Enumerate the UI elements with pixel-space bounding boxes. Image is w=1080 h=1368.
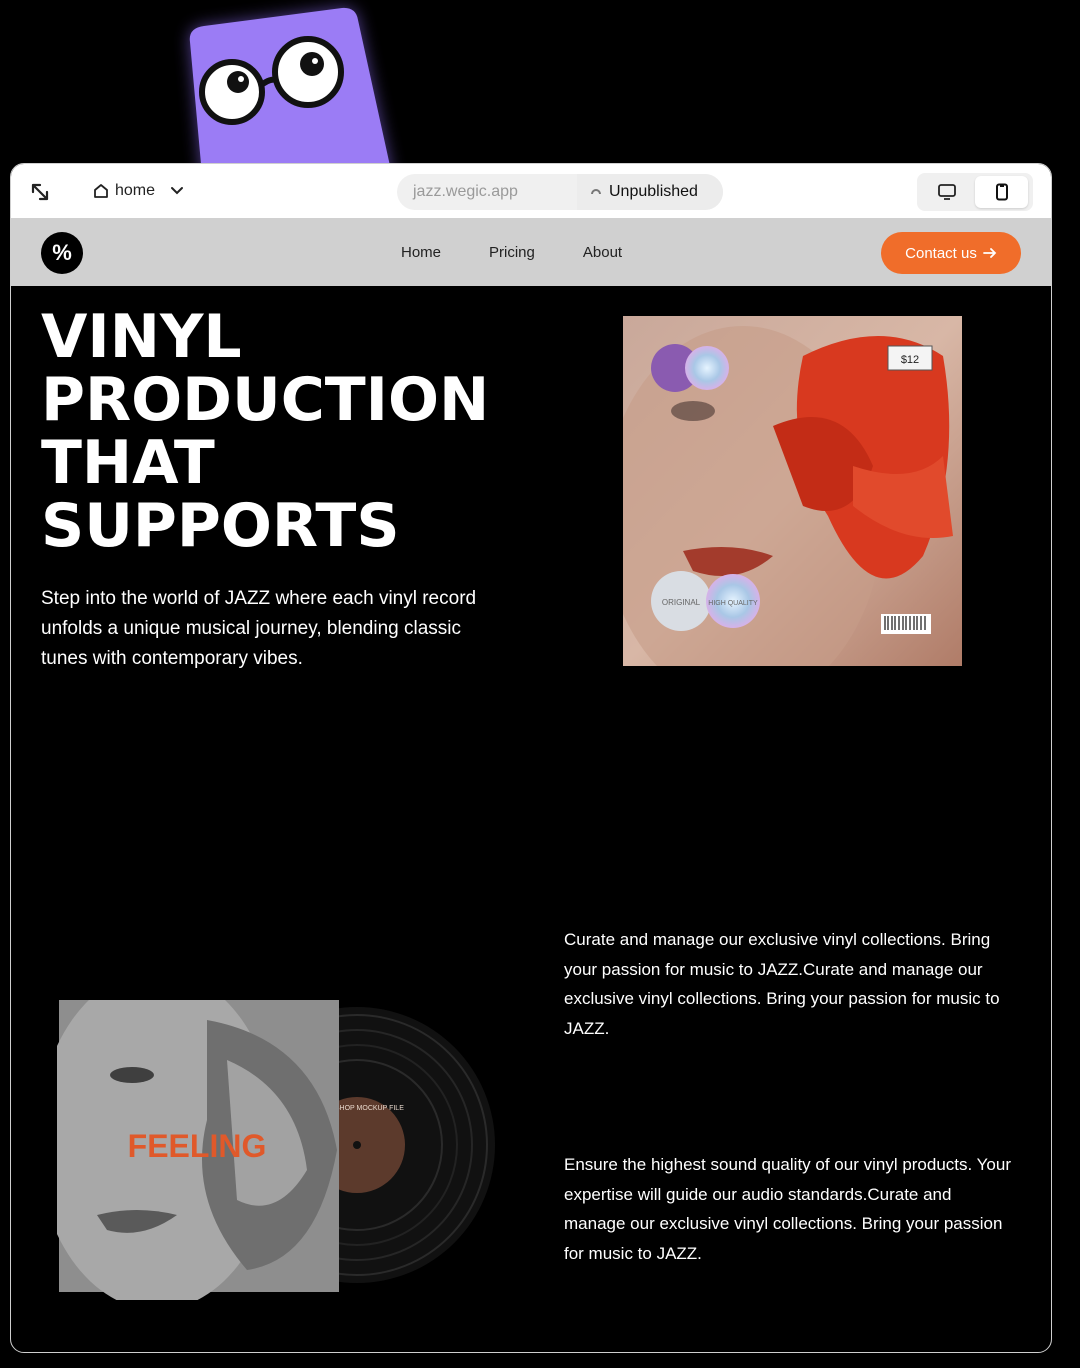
vinyl-record-image: PHOTOSHOP MOCKUP FILE FEELING [57,1000,495,1300]
nav-link-pricing[interactable]: Pricing [489,244,535,261]
collapse-icon[interactable] [29,182,51,202]
publish-status[interactable]: Unpublished [577,174,723,210]
sticker-original-text: ORIGINAL [662,598,701,607]
feature-paragraph-2: Ensure the highest sound quality of our … [564,1155,1012,1263]
sticker-quality-text: HIGH QUALITY [708,600,758,607]
publish-status-label: Unpublished [609,183,698,200]
browser-frame: home jazz.wegic.app Unpublished % Home P… [10,163,1052,1353]
nav-link-about[interactable]: About [583,244,622,261]
editor-toolbar: home jazz.wegic.app Unpublished [11,164,1051,218]
home-icon [94,184,108,198]
arrow-right-icon [982,248,997,258]
desktop-view-button[interactable] [920,176,973,208]
album-cover-image: ORIGINAL HIGH QUALITY $12 [623,316,962,666]
hero-title: VINYL PRODUCTION THAT SUPPORTS [41,302,490,561]
price-tag-text: $12 [901,354,919,366]
chevron-down-icon [171,187,184,195]
site-logo[interactable]: % [41,232,83,274]
hero-description: Step into the world of JAZZ where each v… [41,588,477,669]
album-title-text: FEELING [128,1128,267,1164]
device-toggle [917,173,1033,211]
page-selector[interactable]: home [83,174,201,208]
url-text[interactable]: jazz.wegic.app [397,183,577,201]
nav-link-home[interactable]: Home [401,244,441,261]
contact-us-label: Contact us [905,244,977,262]
mobile-view-button[interactable] [975,176,1028,208]
page-selector-label: home [115,182,156,199]
nav-links: Home Pricing About [401,218,622,286]
mobile-icon [995,183,1008,201]
mascot-illustration [189,7,392,175]
desktop-icon [937,184,956,200]
spinner-icon [591,189,601,195]
contact-us-button[interactable]: Contact us [881,232,1021,274]
url-bar: jazz.wegic.app Unpublished [397,174,723,210]
feature-paragraph-1: Curate and manage our exclusive vinyl co… [564,930,1000,1038]
site-navbar: % Home Pricing About Contact us [11,218,1051,286]
